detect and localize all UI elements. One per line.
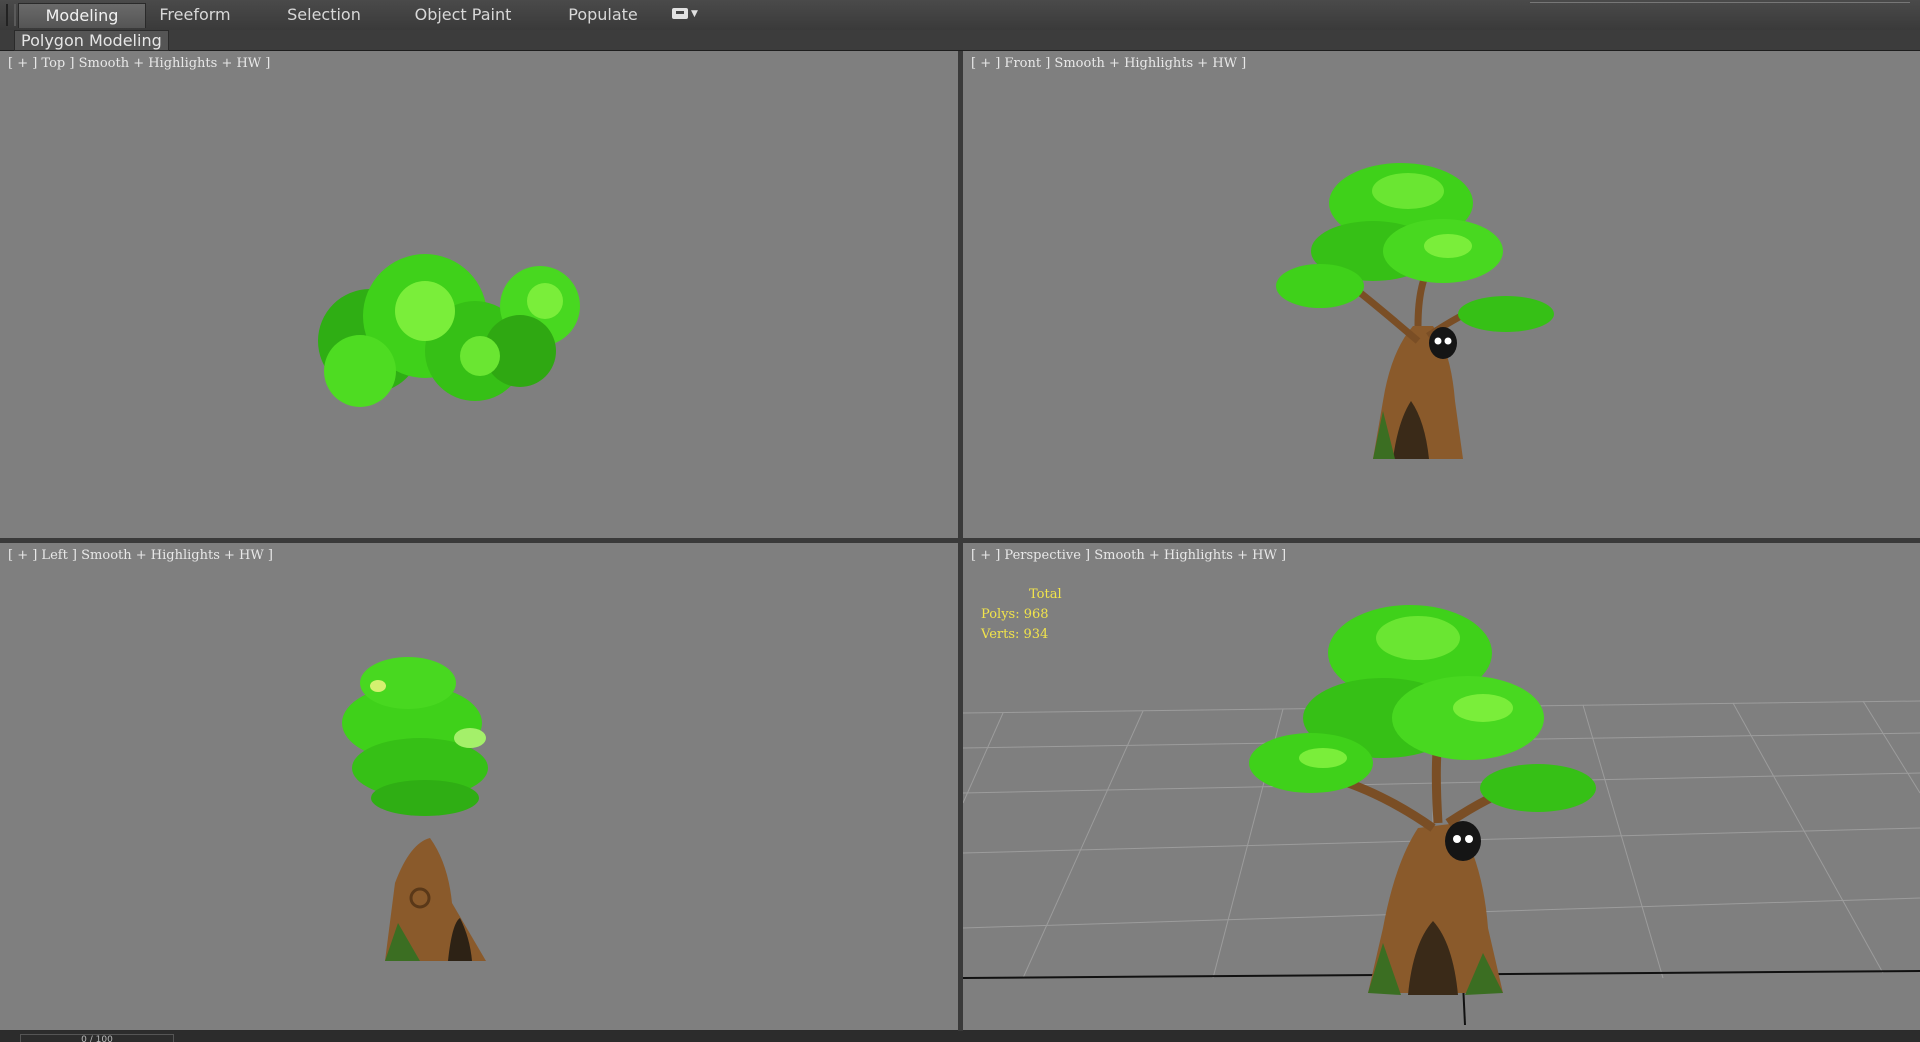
- tree-trunk-front: [1355, 258, 1485, 459]
- perspective-scene: [963, 605, 1920, 1026]
- ribbon-panel-bar: Polygon Modeling: [0, 30, 1920, 51]
- tab-selection[interactable]: Selection: [280, 3, 368, 27]
- viewport-front[interactable]: [ + ] Front ] Smooth + Highlights + HW ]: [963, 51, 1920, 538]
- dropdown-toggle-icon: [672, 8, 688, 19]
- tab-modeling[interactable]: Modeling: [18, 3, 146, 28]
- viewport-top[interactable]: [ + ] Top ] Smooth + Highlights + HW ]: [0, 51, 958, 538]
- tab-populate[interactable]: Populate: [560, 3, 646, 27]
- tree-canopy-front: [1276, 163, 1554, 332]
- ribbon-options-dropdown[interactable]: ▼: [672, 6, 706, 24]
- ribbon-tab-bar: Modeling Freeform Selection Object Paint…: [0, 0, 1920, 31]
- viewport-divider-horizontal[interactable]: [0, 538, 1920, 543]
- ribbon-grip-handle[interactable]: [6, 4, 16, 26]
- tree-front-view: [1276, 163, 1554, 459]
- time-slider-bar: [0, 1031, 1920, 1041]
- viewport-left[interactable]: [ + ] Left ] Smooth + Highlights + HW ]: [0, 543, 958, 1030]
- tab-freeform[interactable]: Freeform: [150, 3, 240, 27]
- tree-left-view: [342, 657, 488, 961]
- viewport-perspective[interactable]: [ + ] Perspective ] Smooth + Highlights …: [963, 543, 1920, 1030]
- tree-canopy-top: [318, 254, 580, 407]
- tree-trunk-left: [385, 838, 486, 961]
- ribbon-divider: [1530, 2, 1910, 3]
- tree-top-view: [318, 254, 580, 407]
- tab-object-paint[interactable]: Object Paint: [410, 3, 516, 27]
- polygon-modeling-button[interactable]: Polygon Modeling: [14, 30, 169, 51]
- chevron-down-icon: ▼: [691, 8, 698, 19]
- tree-canopy-left: [342, 657, 488, 816]
